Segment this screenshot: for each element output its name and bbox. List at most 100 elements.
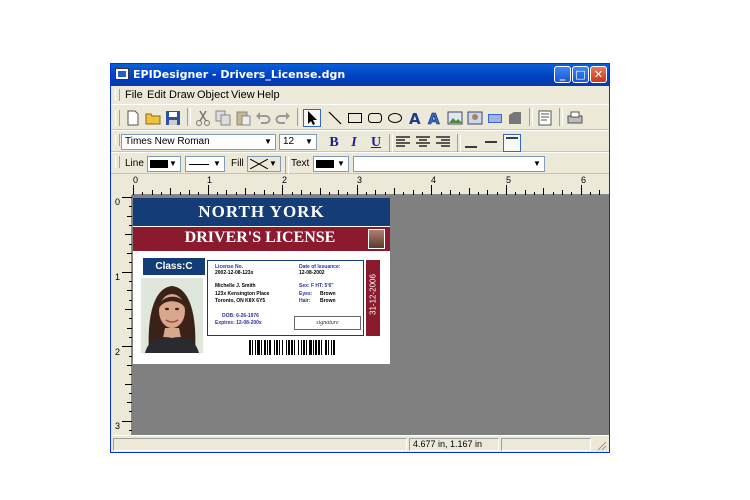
- undo-icon[interactable]: [255, 110, 271, 126]
- font-family-value: Times New Roman: [125, 136, 210, 147]
- address-line-1: 123x Kensington Place: [215, 291, 270, 297]
- barcode-bar: [315, 340, 317, 355]
- line-style-select[interactable]: ▼: [185, 156, 225, 172]
- barcode-bar: [269, 340, 271, 355]
- barcode-bar: [257, 340, 260, 355]
- vertical-date-band[interactable]: 31-12-2006: [366, 260, 380, 336]
- license-class-box[interactable]: Class:C: [143, 258, 205, 275]
- redo-icon[interactable]: [275, 110, 291, 126]
- menu-edit[interactable]: Edit: [147, 89, 166, 101]
- toolbar-separator: [297, 108, 301, 126]
- ellipse-tool-icon[interactable]: [387, 110, 403, 126]
- toolbar-separator: [285, 156, 289, 174]
- menu-draw[interactable]: Draw: [169, 89, 195, 101]
- barcode-bar: [309, 340, 312, 355]
- chevron-down-icon: ▼: [264, 137, 272, 146]
- line-tool-icon[interactable]: [327, 110, 343, 126]
- shape-tool-icon[interactable]: [507, 110, 523, 126]
- eyes-value: Brown: [320, 291, 336, 297]
- fill-select[interactable]: ▼: [247, 156, 281, 172]
- line-label: Line: [125, 158, 144, 169]
- new-file-icon[interactable]: [125, 110, 141, 126]
- select-arrow-icon[interactable]: [303, 109, 321, 127]
- rounded-rectangle-tool-icon[interactable]: [367, 110, 383, 126]
- save-icon[interactable]: [165, 110, 181, 126]
- card-title-band[interactable]: DRIVER'S LICENSE: [133, 227, 390, 251]
- chevron-down-icon: ▼: [269, 159, 277, 168]
- horizontal-ruler[interactable]: 0 1 2 3 4 5 6: [111, 174, 609, 195]
- portrait-photo[interactable]: [141, 278, 203, 353]
- art-text-icon[interactable]: A: [427, 110, 443, 129]
- barcode-bar: [274, 340, 275, 355]
- valign-bottom-icon[interactable]: [463, 134, 479, 150]
- text-value-select[interactable]: ▼: [353, 156, 545, 172]
- design-canvas[interactable]: 0 1 2 3 4 5 6 0 1 2 3 NORTH YORK DRIVER'…: [111, 174, 609, 435]
- open-folder-icon[interactable]: [145, 110, 161, 126]
- minimize-button[interactable]: _: [554, 66, 571, 83]
- line-color-select[interactable]: ▼: [147, 156, 181, 172]
- properties-icon[interactable]: [537, 110, 553, 126]
- align-right-icon[interactable]: [435, 134, 451, 150]
- menu-object[interactable]: Object: [197, 89, 229, 101]
- barcode-bar: [328, 340, 329, 355]
- barcode-bar: [279, 340, 280, 355]
- ghost-photo[interactable]: [368, 229, 385, 249]
- maximize-button[interactable]: □: [572, 66, 589, 83]
- ruler-number: 2: [115, 347, 121, 357]
- barcode-tool-icon[interactable]: [487, 110, 503, 126]
- close-button[interactable]: ✕: [590, 66, 607, 83]
- barcode-bar: [318, 340, 320, 355]
- fill-label: Fill: [231, 158, 244, 169]
- barcode-bar: [291, 340, 293, 355]
- text-tool-icon[interactable]: A: [407, 110, 423, 128]
- barcode-bar: [252, 340, 253, 355]
- card-header[interactable]: NORTH YORK: [133, 198, 390, 226]
- barcode-bar: [264, 340, 266, 355]
- barcode[interactable]: [249, 340, 379, 355]
- valign-top-icon[interactable]: [503, 134, 521, 152]
- resize-grip-icon[interactable]: [595, 439, 607, 451]
- toolbar-separator: [457, 134, 461, 152]
- license-card-design[interactable]: NORTH YORK DRIVER'S LICENSE Class:C Lice…: [133, 198, 390, 364]
- vertical-ruler-ticks: [122, 197, 132, 431]
- cut-icon[interactable]: [195, 110, 211, 126]
- vertical-ruler[interactable]: 0 1 2 3: [111, 195, 132, 435]
- barcode-bar: [325, 340, 327, 355]
- italic-button[interactable]: I: [345, 134, 363, 151]
- barcode-bar: [255, 340, 256, 355]
- paste-icon[interactable]: [235, 110, 251, 126]
- title-bar[interactable]: EPIDesigner - Drivers_License.dgn _ □ ✕: [111, 64, 609, 86]
- format-toolbar: Times New Roman ▼ 12 ▼ B I U: [111, 130, 609, 152]
- font-size-select[interactable]: 12 ▼: [279, 134, 317, 150]
- print-icon[interactable]: [567, 110, 583, 126]
- status-pane-main: [113, 438, 407, 451]
- eyes-label: Eyes:: [299, 291, 313, 297]
- copy-icon[interactable]: [215, 110, 231, 126]
- underline-button[interactable]: U: [367, 134, 385, 151]
- dob: DOB: 6-26-1976: [222, 313, 259, 319]
- ruler-number: 6: [581, 175, 587, 185]
- valign-middle-icon[interactable]: [483, 134, 499, 150]
- font-family-select[interactable]: Times New Roman ▼: [121, 134, 276, 150]
- text-color-select[interactable]: ▼: [313, 156, 349, 172]
- chevron-down-icon: ▼: [533, 159, 541, 168]
- barcode-bar: [333, 340, 335, 355]
- menu-view[interactable]: View: [231, 89, 255, 101]
- hair-label: Hair:: [299, 298, 311, 304]
- menu-grip: [115, 89, 120, 101]
- rectangle-tool-icon[interactable]: [347, 110, 363, 126]
- menu-help[interactable]: Help: [257, 89, 280, 101]
- ruler-number: 0: [115, 197, 121, 207]
- image-tool-icon[interactable]: [447, 110, 463, 126]
- license-info-box[interactable]: License No. 2002-12-08-123x Date of Issu…: [207, 260, 364, 336]
- align-left-icon[interactable]: [395, 134, 411, 150]
- barcode-bar: [321, 340, 322, 355]
- picture-tool-icon[interactable]: [467, 110, 483, 126]
- toolbar-grip: [115, 110, 120, 126]
- ruler-number: 2: [282, 175, 288, 185]
- menu-file[interactable]: File: [125, 89, 143, 101]
- bold-button[interactable]: B: [325, 134, 343, 151]
- align-center-icon[interactable]: [415, 134, 431, 150]
- address-line-2: Toronto, ON K8X 6Y5: [215, 298, 266, 304]
- barcode-bar: [313, 340, 314, 355]
